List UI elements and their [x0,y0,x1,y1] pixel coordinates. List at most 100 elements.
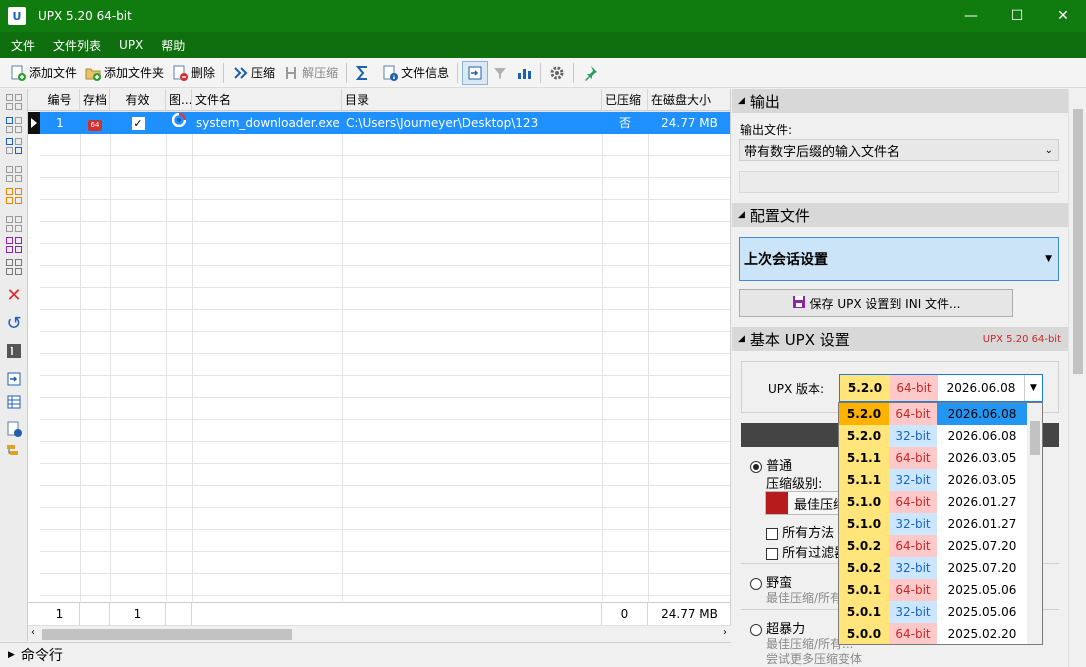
delete-button[interactable]: 删除 [168,61,219,85]
col-index[interactable]: 编号 [40,89,80,111]
maximize-button[interactable]: ☐ [994,0,1040,32]
col-icon[interactable]: 图... [166,89,192,111]
output-file-select[interactable]: 带有数字后缀的输入文件名 ⌄ [739,139,1059,161]
remove-icon[interactable]: ✕ [5,285,23,306]
menu-upx[interactable]: UPX [108,38,150,52]
col-directory[interactable]: 目录 [342,89,602,111]
select-light-icon[interactable] [5,215,23,233]
select-all-icon[interactable] [5,93,23,111]
cell-valid[interactable]: ✓ [110,112,166,134]
col-disk-size[interactable]: 在磁盘大小 [648,89,730,111]
ultra-radio[interactable] [750,623,762,636]
horizontal-scrollbar[interactable]: ‹ › [28,625,731,642]
select-mixed-icon[interactable] [5,137,23,155]
version-option[interactable]: 5.0.2 64-bit 2025.07.20 [839,535,1027,557]
grid-line [40,221,730,222]
menu-file[interactable]: 文件 [0,37,42,54]
select-orange-icon[interactable] [5,187,23,205]
sum-button[interactable] [351,61,378,85]
brute-radio[interactable] [750,577,762,590]
version-option[interactable]: 5.0.0 64-bit 2025.02.20 [839,623,1027,644]
add-folder-button[interactable]: 添加文件夹 [81,61,168,85]
col-valid[interactable]: 有效 [110,89,166,111]
menu-file-list[interactable]: 文件列表 [42,37,108,54]
info-doc-icon[interactable] [5,420,23,438]
version-option[interactable]: 5.0.1 32-bit 2025.05.06 [839,601,1027,623]
option-bits: 64-bit [889,579,937,601]
grid-line [40,309,730,310]
dropdown-arrow-icon[interactable]: ▼ [1024,375,1042,401]
select-purple-icon[interactable] [5,236,23,254]
config-profile-select[interactable]: 上次会话设置 ▼ [739,237,1059,281]
version-option[interactable]: 5.1.0 32-bit 2026.01.27 [839,513,1027,535]
dropdown-scrollbar[interactable] [1027,403,1042,644]
close-button[interactable]: ✕ [1040,0,1086,32]
menu-bar: 文件 文件列表 UPX 帮助 [0,32,1086,58]
save-ini-button[interactable]: 保存 UPX 设置到 INI 文件... [739,289,1013,317]
output-path-field[interactable] [739,171,1059,193]
all-methods-checkbox[interactable] [766,527,778,540]
command-line-label: 命令行 [20,648,63,664]
minimize-button[interactable]: — [948,0,994,32]
col-archive[interactable]: 存档 [80,89,110,111]
add-file-button[interactable]: 添加文件 [6,61,81,85]
upx-version-select[interactable]: 5.2.0 64-bit 2026.06.08 ▼ [839,374,1043,402]
command-line-bar[interactable]: ▶ 命令行 [0,642,731,667]
horizontal-scroll-thumb[interactable] [42,629,292,640]
collapse-icon: ◢ [738,96,745,106]
select-dark-icon[interactable] [5,258,23,276]
table-icon[interactable] [5,393,23,411]
all-methods-option[interactable]: 所有方法 [766,522,834,541]
menu-help[interactable]: 帮助 [150,37,192,54]
mode-normal[interactable]: 普通 [750,455,792,474]
all-filters-checkbox[interactable] [766,547,778,560]
dropdown-arrow-icon: ▼ [1045,254,1052,264]
pin-button[interactable] [578,61,602,85]
basic-section-header[interactable]: ◢ 基本 UPX 设置 UPX 5.20 64-bit [732,327,1068,351]
import-list-icon[interactable] [5,370,23,388]
version-option[interactable]: 5.1.0 64-bit 2026.01.27 [839,491,1027,513]
toolbar-separator [457,62,459,83]
table-row[interactable]: 1 64 ✓ system_downloader.exe C:\Users\Jo… [40,112,730,134]
output-section-header[interactable]: ◢ 输出 [732,89,1068,113]
compress-button[interactable]: 压缩 [228,61,279,85]
valid-checkbox[interactable]: ✓ [131,117,145,130]
vertical-scrollbar[interactable] [1068,89,1086,667]
filter-button[interactable] [488,61,512,85]
grid-line [40,177,730,178]
version-option[interactable]: 5.0.2 32-bit 2025.07.20 [839,557,1027,579]
decompress-button[interactable]: 解压缩 [279,61,342,85]
version-option[interactable]: 5.1.1 32-bit 2026.03.05 [839,469,1027,491]
grid-line [40,551,730,552]
col-filename[interactable]: 文件名 [192,89,342,111]
settings-button[interactable] [545,61,569,85]
number-icon[interactable] [5,342,23,360]
option-bits: 32-bit [889,425,937,447]
normal-radio[interactable] [750,460,762,473]
chart-button[interactable] [512,61,536,85]
version-option[interactable]: 5.1.1 64-bit 2026.03.05 [839,447,1027,469]
all-filters-option[interactable]: 所有过滤器 [766,542,847,561]
add-file-icon [10,65,26,81]
version-option[interactable]: 5.2.0 32-bit 2026.06.08 [839,425,1027,447]
title-bar: U UPX 5.20 64-bit — ☐ ✕ [0,0,1086,32]
cell-compressed: 否 [618,116,631,130]
config-section-header[interactable]: ◢ 配置文件 [732,203,1068,227]
scroll-left-icon[interactable]: ‹ [31,627,35,638]
scroll-right-icon[interactable]: › [723,627,727,638]
version-option[interactable]: 5.0.1 64-bit 2025.05.06 [839,579,1027,601]
grid-line [602,111,603,601]
cell-index: 1 [56,116,64,130]
file-info-button[interactable]: 文件信息 [378,61,453,85]
select-blue-icon[interactable] [5,116,23,134]
view-toggle-button[interactable] [462,60,489,85]
dropdown-scroll-thumb[interactable] [1030,421,1040,455]
footer-total-size: 24.77 MB [661,607,718,621]
vertical-scroll-thumb[interactable] [1073,109,1083,374]
folder-tree-icon[interactable] [5,442,23,460]
grid-line [40,155,730,156]
col-compressed[interactable]: 已压缩 [602,89,648,111]
version-option[interactable]: 5.2.0 64-bit 2026.06.08 [839,403,1027,425]
select-gray-icon[interactable] [5,165,23,183]
refresh-icon[interactable]: ↺ [5,313,23,334]
